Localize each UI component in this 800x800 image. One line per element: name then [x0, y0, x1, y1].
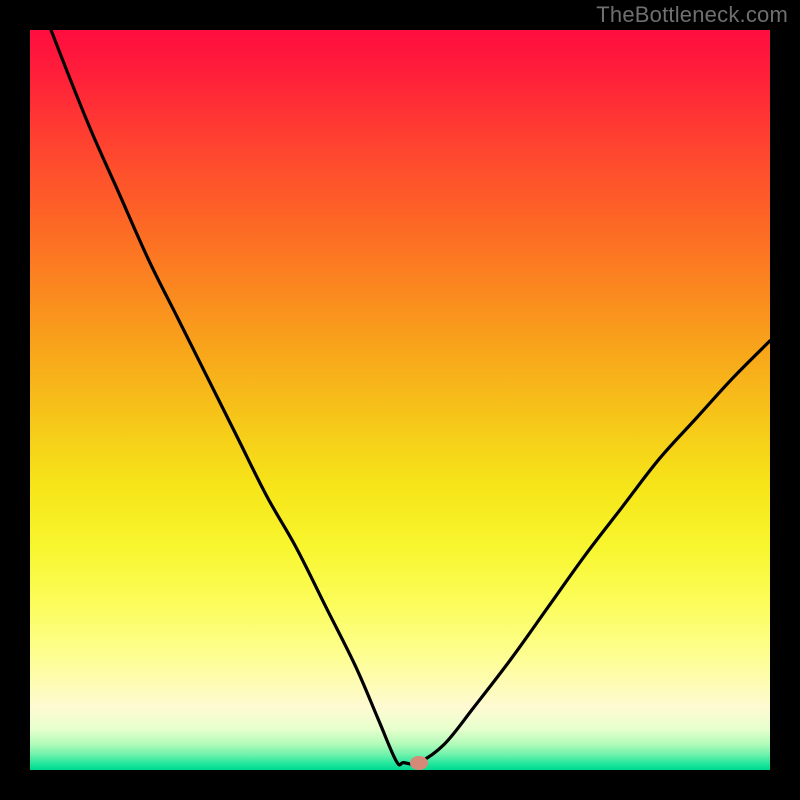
bottleneck-curve: [30, 30, 770, 770]
selected-point-marker: [410, 756, 428, 770]
chart-frame: TheBottleneck.com: [0, 0, 800, 800]
plot-area: [30, 30, 770, 770]
watermark-text: TheBottleneck.com: [596, 2, 788, 28]
